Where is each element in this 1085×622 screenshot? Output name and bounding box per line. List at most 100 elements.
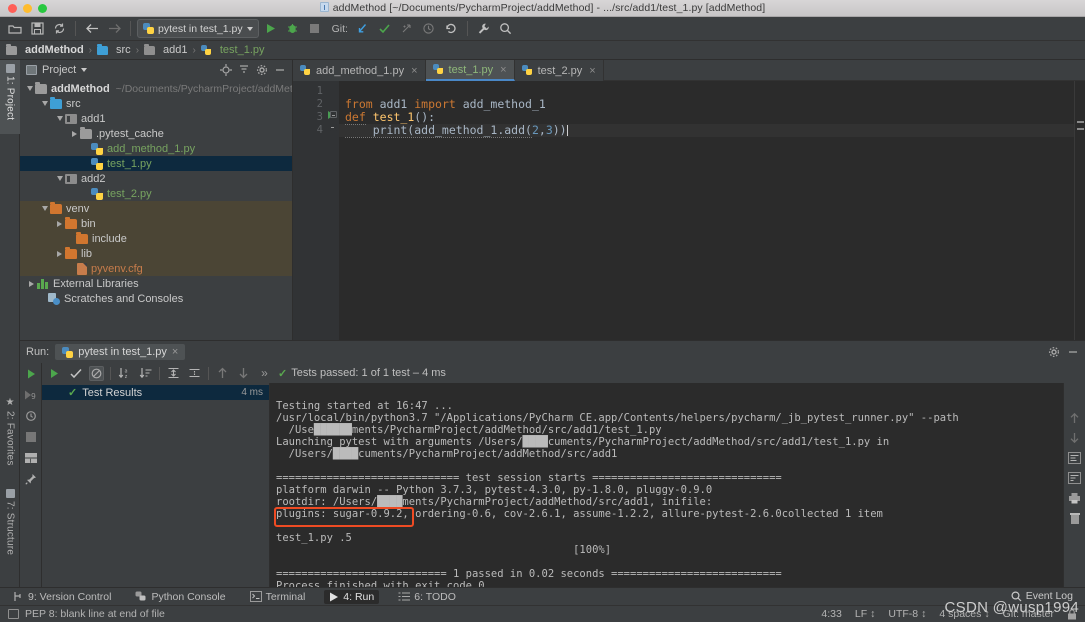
fold-icon[interactable] (330, 111, 337, 118)
breadcrumb-item-addmethod[interactable]: addMethod (6, 43, 84, 56)
close-icon[interactable]: × (411, 65, 417, 77)
rerun-icon[interactable] (24, 367, 38, 381)
commit-icon[interactable] (375, 19, 395, 39)
tree-row-add-method-1[interactable]: add_method_1.py (20, 141, 292, 156)
run-configuration-selector[interactable]: pytest in test_1.py (137, 19, 259, 38)
tree-row-include[interactable]: include (20, 231, 292, 246)
hide-panel-icon[interactable] (1066, 346, 1079, 359)
code-text[interactable]: from add1 import add_method_1 def test_1… (339, 81, 1074, 340)
event-log-button[interactable]: Event Log (1011, 590, 1073, 602)
settings-gear-icon[interactable] (255, 64, 268, 77)
twisty-icon[interactable] (24, 86, 35, 91)
run-console[interactable]: Testing started at 16:47 ... /usr/local/… (270, 383, 1063, 587)
save-icon[interactable] (27, 19, 47, 39)
line-separator[interactable]: LF ↕ (855, 608, 876, 620)
tree-row-venv[interactable]: venv (20, 201, 292, 216)
tree-label: venv (66, 202, 90, 215)
breadcrumb-item-test1[interactable]: test_1.py (200, 44, 265, 56)
lock-icon[interactable] (1067, 608, 1077, 620)
tab-test-2[interactable]: test_2.py × (514, 60, 604, 81)
toggle-auto-test-icon[interactable] (24, 409, 38, 423)
tree-row-bin[interactable]: bin (20, 216, 292, 231)
tree-row-pyvenv-cfg[interactable]: pyvenv.cfg (20, 261, 292, 276)
tree-row-pytest-cache[interactable]: .pytest_cache (20, 126, 292, 141)
bottom-item-label: 6: TODO (414, 590, 456, 603)
bottom-item-terminal[interactable]: Terminal (245, 590, 311, 604)
tab-label: test_2.py (537, 64, 583, 77)
twisty-icon[interactable] (54, 250, 65, 257)
tree-row-add1[interactable]: add1 (20, 111, 292, 126)
twisty-icon[interactable] (54, 116, 65, 121)
editor-scroll-marker-gutter[interactable] (1074, 81, 1085, 340)
tree-row-lib[interactable]: lib (20, 246, 292, 261)
debug-icon[interactable] (283, 19, 303, 39)
breadcrumb-item-add1[interactable]: add1 (144, 43, 188, 56)
sort-alpha-icon[interactable]: az (117, 366, 132, 381)
caret-position[interactable]: 4:33 (821, 608, 841, 620)
revert-icon[interactable] (441, 19, 461, 39)
sort-duration-icon[interactable] (138, 366, 153, 381)
run-tab-pytest[interactable]: pytest in test_1.py × (55, 344, 186, 360)
fold-end-icon[interactable] (330, 124, 337, 131)
forward-icon[interactable] (104, 19, 124, 39)
tree-row-external-libraries[interactable]: External Libraries (20, 276, 292, 291)
twisty-icon[interactable] (54, 220, 65, 227)
left-tool-strip: 1: Project ★ 2: Favorites 7: Structure (0, 60, 20, 587)
layout-icon[interactable] (24, 451, 38, 465)
tree-row-add2[interactable]: add2 (20, 171, 292, 186)
twisty-icon[interactable] (39, 101, 50, 106)
pin-icon[interactable] (24, 472, 38, 486)
print-icon[interactable] (1068, 491, 1082, 505)
fold-gutter[interactable] (327, 81, 339, 340)
sidebar-item-project[interactable]: 1: Project (0, 60, 20, 134)
tree-row-src[interactable]: src (20, 96, 292, 111)
bottom-item-version-control[interactable]: 9: Version Control (8, 590, 116, 604)
encoding[interactable]: UTF-8 ↕ (888, 608, 926, 620)
more-icon[interactable]: » (257, 366, 272, 381)
update-project-icon[interactable] (353, 19, 373, 39)
sidebar-item-favorites[interactable]: ★ 2: Favorites (0, 393, 20, 477)
tab-add-method-1[interactable]: add_method_1.py × (293, 60, 426, 81)
settings-wrench-icon[interactable] (474, 19, 494, 39)
hide-ignored-icon[interactable] (89, 365, 104, 381)
breadcrumb-item-src[interactable]: src (97, 43, 131, 56)
sidebar-item-structure[interactable]: 7: Structure (0, 485, 20, 567)
twisty-icon[interactable] (26, 280, 37, 287)
tree-row-test-1[interactable]: test_1.py (20, 156, 292, 171)
rerun-failed-icon[interactable]: 9 (24, 388, 38, 402)
twisty-icon[interactable] (54, 176, 65, 181)
git-branch[interactable]: Git: master (1003, 608, 1054, 620)
close-icon[interactable]: × (500, 64, 506, 76)
close-icon[interactable]: × (172, 346, 178, 358)
expand-all-icon[interactable] (166, 366, 181, 381)
rerun-icon[interactable] (47, 366, 62, 381)
bottom-item-todo[interactable]: 6: TODO (393, 590, 461, 604)
tab-test-1[interactable]: test_1.py × (425, 60, 515, 81)
locate-icon[interactable] (219, 64, 232, 77)
twisty-icon[interactable] (69, 130, 80, 137)
show-passed-icon[interactable] (68, 366, 83, 381)
run-icon[interactable] (261, 19, 281, 39)
hide-panel-icon[interactable] (273, 64, 286, 77)
tree-row-addmethod[interactable]: addMethod ~/Documents/PycharmProject/add… (20, 81, 292, 96)
indent-setting[interactable]: 4 spaces ↕ (939, 608, 989, 620)
test-results-row[interactable]: ✓ Test Results 4 ms (42, 385, 269, 400)
collapse-all-icon[interactable] (187, 366, 202, 381)
settings-gear-icon[interactable] (1047, 346, 1060, 359)
soft-wrap-icon[interactable] (1068, 451, 1082, 465)
tree-row-test-2[interactable]: test_2.py (20, 186, 292, 201)
chevron-down-icon[interactable] (81, 68, 88, 72)
bottom-item-run[interactable]: 4: Run (324, 589, 380, 604)
collapse-all-icon[interactable] (237, 64, 250, 77)
close-icon[interactable]: × (589, 65, 595, 77)
back-icon[interactable] (82, 19, 102, 39)
tree-row-scratches[interactable]: Scratches and Consoles (20, 291, 292, 306)
twisty-icon[interactable] (39, 206, 50, 211)
sync-icon[interactable] (49, 19, 69, 39)
bottom-item-python-console[interactable]: Python Console (130, 590, 230, 604)
scroll-to-end-icon[interactable] (1068, 471, 1082, 485)
main-body: 1: Project ★ 2: Favorites 7: Structure P… (0, 60, 1085, 587)
open-icon[interactable] (5, 19, 25, 39)
clear-all-icon[interactable] (1068, 511, 1082, 525)
search-icon[interactable] (496, 19, 516, 39)
